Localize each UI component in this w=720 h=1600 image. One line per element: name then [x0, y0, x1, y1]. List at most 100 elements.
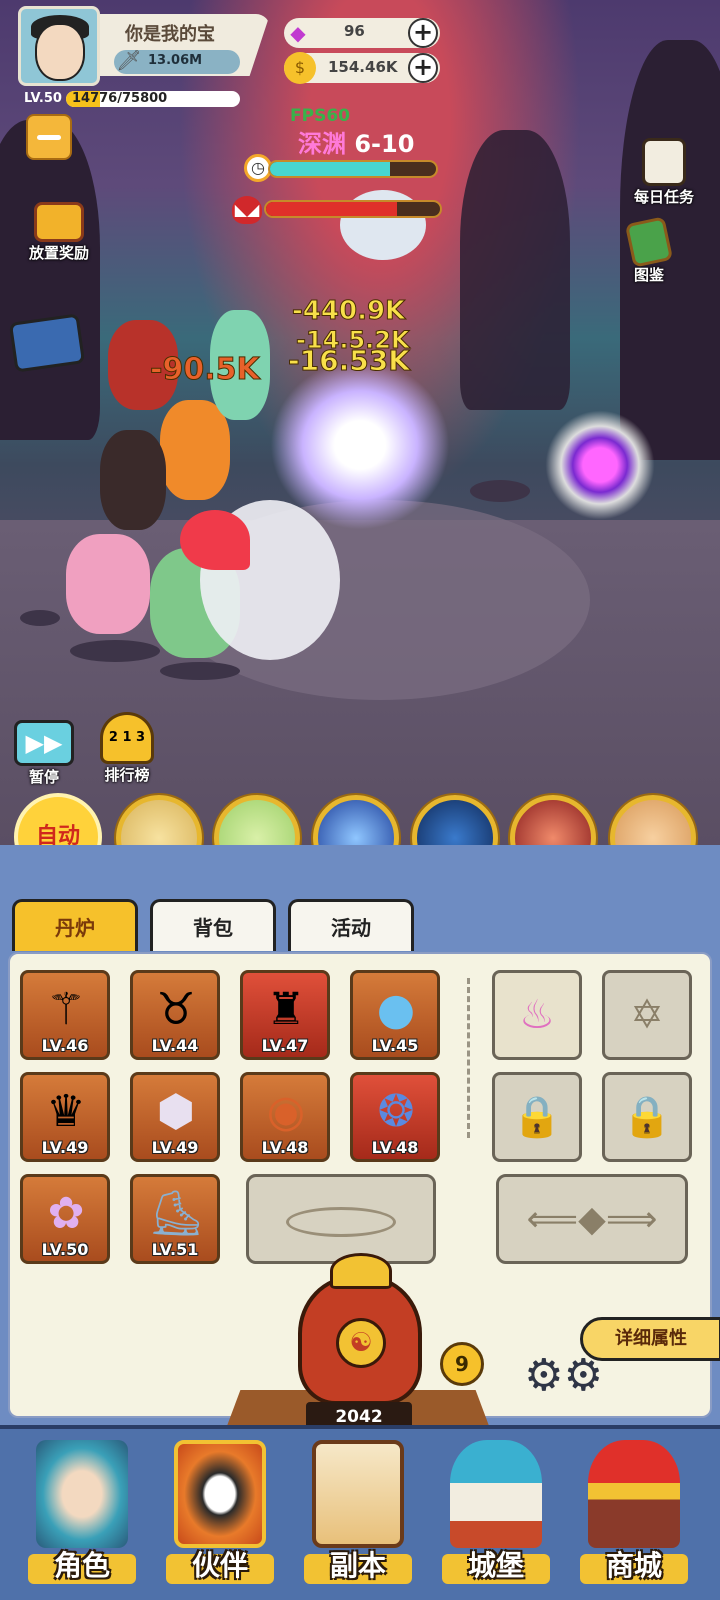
equip-level: LV.49: [41, 1138, 89, 1157]
tab-events[interactable]: 活动: [288, 899, 414, 951]
hero-monk: [66, 534, 150, 634]
character-icon: [36, 1440, 128, 1548]
partners-icon: [174, 1440, 266, 1548]
treasure-chest-icon: [34, 202, 84, 242]
equip-level: LV.48: [371, 1138, 419, 1157]
tab-backpack[interactable]: 背包: [150, 899, 276, 951]
scroll-map-icon: [312, 1440, 404, 1548]
leaderboard-label: 排行榜: [104, 766, 150, 784]
nav-partners[interactable]: 伙伴: [160, 1440, 280, 1590]
minus-icon: [37, 135, 61, 140]
nav-character[interactable]: 角色: [22, 1440, 142, 1590]
nav-label: 伙伴: [191, 1549, 248, 1582]
castle-icon: [450, 1440, 542, 1548]
scroll-list-icon: [642, 138, 686, 186]
add-gems-button[interactable]: +: [408, 18, 438, 48]
furnace-level-badge[interactable]: 9: [440, 1342, 484, 1386]
menu-button[interactable]: [26, 114, 72, 160]
podium-icon: 2 1 3: [100, 712, 154, 764]
stage-name: 深渊: [298, 130, 346, 158]
lock-icon: 🔒: [622, 1094, 672, 1140]
rock: [160, 662, 240, 680]
special-slot-gourd[interactable]: ♨: [492, 970, 582, 1060]
equip-slot-robe[interactable]: ♜ LV.47: [240, 970, 330, 1060]
equip-slot-ring[interactable]: ❂ LV.48: [350, 1072, 440, 1162]
demon-icon: ◣◢: [232, 196, 262, 224]
shop-icon: [588, 1440, 680, 1548]
lightning-orb: [270, 360, 450, 530]
boots-icon: ⛸: [148, 1188, 204, 1239]
fps-counter: FPS60: [290, 106, 350, 126]
gem-icon: ◆: [290, 21, 306, 45]
equip-slot-shield[interactable]: ⬢ LV.49: [130, 1072, 220, 1162]
nav-shop[interactable]: 商城: [574, 1440, 694, 1590]
gear-icon[interactable]: ⚙⚙: [524, 1350, 604, 1410]
equip-slot-amulet[interactable]: ◉ LV.48: [240, 1072, 330, 1162]
nav-dungeon[interactable]: 副本: [298, 1440, 418, 1590]
equip-slot-crown[interactable]: ♛ LV.49: [20, 1072, 110, 1162]
tab-furnace[interactable]: 丹炉: [12, 899, 138, 951]
avatar-face: [35, 23, 85, 81]
equip-level: LV.44: [151, 1036, 199, 1055]
gourd-icon: ♨: [519, 992, 555, 1038]
idle-reward-button[interactable]: 放置奖励: [14, 202, 104, 263]
monitor-button[interactable]: [8, 313, 86, 373]
equip-slot-spear[interactable]: ⚚ LV.46: [20, 970, 110, 1060]
equip-slot-boots[interactable]: ⛸ LV.51: [130, 1174, 220, 1264]
locked-slot[interactable]: 🔒: [492, 1072, 582, 1162]
damage-number: -90.5K: [150, 352, 261, 388]
weapon-slot[interactable]: ⟸◆⟹: [496, 1174, 688, 1264]
amulet-icon: ◉: [266, 1086, 306, 1137]
rock: [70, 640, 160, 662]
equip-slot-flower-ring[interactable]: ✿ LV.50: [20, 1174, 110, 1264]
equip-slot-helmet[interactable]: ♉ LV.44: [130, 970, 220, 1060]
combat-power: 13.06M: [148, 53, 203, 68]
lock-icon: 🔒: [512, 1094, 562, 1140]
pause-button[interactable]: ▶▶ 暂停: [10, 720, 78, 787]
monitor-icon: [8, 313, 86, 373]
gem-count: 96: [344, 22, 365, 40]
nav-label: 副本: [329, 1549, 386, 1582]
special-slot-hexagram[interactable]: ✡: [602, 970, 692, 1060]
codex-button[interactable]: 图鉴: [614, 216, 684, 285]
pause-label: 暂停: [28, 768, 59, 786]
book-icon: [624, 216, 674, 268]
nav-castle[interactable]: 城堡: [436, 1440, 556, 1590]
formation-slot[interactable]: [246, 1174, 436, 1264]
dead-tree: [460, 130, 570, 410]
horned-helmet-icon: ♉: [156, 984, 196, 1035]
daily-tasks-button[interactable]: 每日任务: [614, 138, 714, 207]
locked-slot[interactable]: 🔒: [602, 1072, 692, 1162]
player-name: 你是我的宝: [125, 24, 215, 45]
nav-label: 角色: [53, 1549, 110, 1582]
robe-icon: ♜: [266, 984, 306, 1035]
podium-rank: 1: [122, 730, 132, 745]
hero-elder: [100, 430, 166, 530]
nav-label: 商城: [605, 1549, 662, 1582]
flower-ring-icon: ✿: [47, 1188, 85, 1239]
dead-tree: [0, 120, 100, 440]
player-avatar[interactable]: [18, 6, 100, 86]
yin-yang-icon: ☯: [336, 1318, 386, 1368]
damage-number: -440.9K: [291, 296, 406, 327]
hexagram-icon: ✡: [630, 992, 664, 1038]
nav-label: 城堡: [467, 1549, 524, 1582]
add-gold-button[interactable]: +: [408, 53, 438, 83]
enemy-hp-fill: [266, 202, 397, 216]
equip-level: LV.46: [41, 1036, 89, 1055]
leaderboard-button[interactable]: 2 1 3 排行榜: [92, 712, 162, 785]
equip-level: LV.51: [151, 1240, 199, 1259]
orb-icon: ●: [376, 984, 416, 1035]
xp-text: 14776/75800: [72, 91, 168, 106]
codex-label: 图鉴: [633, 266, 664, 284]
podium-rank: 2: [108, 730, 118, 745]
timer-bar: [268, 160, 438, 178]
equip-level: LV.49: [151, 1138, 199, 1157]
timer-fill: [270, 162, 390, 176]
enemy-hp-bar: [264, 200, 442, 218]
podium-rank: 3: [136, 730, 146, 745]
equip-level: LV.50: [41, 1240, 89, 1259]
equip-slot-orb[interactable]: ● LV.45: [350, 970, 440, 1060]
fast-forward-icon: ▶▶: [14, 720, 74, 766]
sword-icon: 🗡: [116, 48, 142, 72]
